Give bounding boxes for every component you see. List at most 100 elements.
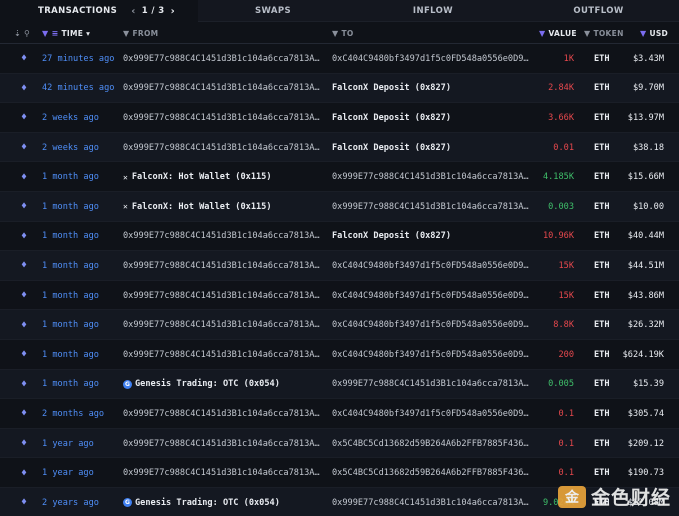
row-from[interactable]: 0x999E77c988C4C1451d3B1c104a6cca7813A… xyxy=(123,429,323,459)
row-value-text: 8.8K xyxy=(553,320,574,331)
tab-transactions[interactable]: TRANSACTIONS ‹ 1 / 3 › xyxy=(0,0,198,22)
row-time[interactable]: 2 months ago xyxy=(42,399,120,429)
row-time[interactable]: 1 year ago xyxy=(42,429,120,459)
sort-icon: ≡ xyxy=(51,28,59,38)
row-from[interactable]: 0x999E77c988C4C1451d3B1c104a6cca7813A… xyxy=(123,340,323,370)
row-value: 2.84K xyxy=(532,74,574,104)
row-to[interactable]: 0xC404C9480bf3497d1f5c0FD548a0556e0D9… xyxy=(332,44,530,74)
row-usd: $624.19K xyxy=(612,340,664,370)
row-to[interactable]: 0xC404C9480bf3497d1f5c0FD548a0556e0D9… xyxy=(332,399,530,429)
header-value[interactable]: ▼ VALUE xyxy=(539,22,577,44)
row-to[interactable]: 0x999E77c988C4C1451d3B1c104a6cca7813A… xyxy=(332,370,530,400)
table-row[interactable]: ♦ 1 month ago 0x999E77c988C4C1451d3B1c104a… xyxy=(0,222,679,252)
row-to[interactable]: FalconX Deposit (0x827) xyxy=(332,222,530,252)
row-to[interactable]: 0x5C4BC5Cd13682d59B264A6b2FFB7885F436… xyxy=(332,429,530,459)
row-from[interactable]: 0x999E77c988C4C1451d3B1c104a6cca7813A… xyxy=(123,310,323,340)
row-value: 0.003 xyxy=(532,192,574,222)
row-time-text: 2 months ago xyxy=(42,408,105,419)
row-to[interactable]: FalconX Deposit (0x827) xyxy=(332,133,530,163)
row-to-text: 0x999E77c988C4C1451d3B1c104a6cca7813A… xyxy=(332,379,529,390)
row-usd: $40.44M xyxy=(612,222,664,252)
ethereum-icon: ♦ xyxy=(20,112,28,124)
row-from[interactable]: G Genesis Trading: OTC (0x054) xyxy=(123,370,323,400)
row-time[interactable]: 2 years ago xyxy=(42,488,120,516)
row-to[interactable]: FalconX Deposit (0x827) xyxy=(332,103,530,133)
row-from[interactable]: 0x999E77c988C4C1451d3B1c104a6cca7813A… xyxy=(123,222,323,252)
row-time[interactable]: 1 month ago xyxy=(42,370,120,400)
row-from[interactable]: ✕ FalconX: Hot Wallet (0x115) xyxy=(123,162,323,192)
table-row[interactable]: ♦ 2 weeks ago 0x999E77c988C4C1451d3B1c104a… xyxy=(0,103,679,133)
row-to[interactable]: FalconX Deposit (0x827) xyxy=(332,74,530,104)
header-usd-label: USD xyxy=(649,28,669,38)
chevron-left-icon[interactable]: ‹ xyxy=(131,6,136,17)
header-from[interactable]: ▼ FROM xyxy=(123,22,158,44)
table-row[interactable]: ♦ 1 month ago ✕ FalconX: Hot Wallet (0x115)… xyxy=(0,162,679,192)
row-to[interactable]: 0xC404C9480bf3497d1f5c0FD548a0556e0D9… xyxy=(332,251,530,281)
table-row[interactable]: ♦ 1 month ago ✕ FalconX: Hot Wallet (0x115)… xyxy=(0,191,679,222)
row-to-text: 0xC404C9480bf3497d1f5c0FD548a0556e0D9… xyxy=(332,408,529,419)
ethereum-icon: ♦ xyxy=(20,142,28,154)
row-time-text: 1 year ago xyxy=(42,468,94,479)
table-row[interactable]: ♦ 1 month ago 0x999E77c988C4C1451d3B1c104a… xyxy=(0,281,679,311)
row-time[interactable]: 1 month ago xyxy=(42,222,120,252)
header-usd[interactable]: ▼ USD xyxy=(640,22,668,44)
row-time[interactable]: 27 minutes ago xyxy=(42,44,120,74)
ethereum-icon: ♦ xyxy=(20,230,28,242)
row-time[interactable]: 1 month ago xyxy=(42,192,120,222)
header-token[interactable]: ▼ TOKEN xyxy=(584,22,624,44)
header-to[interactable]: ▼ TO xyxy=(332,22,354,44)
link-icon[interactable]: ⚲ xyxy=(24,29,30,38)
row-time[interactable]: 1 month ago xyxy=(42,162,120,192)
row-time[interactable]: 2 weeks ago xyxy=(42,133,120,163)
table-row[interactable]: ♦ 42 minutes ago 0x999E77c988C4C1451d3B1c1… xyxy=(0,73,679,104)
row-time[interactable]: 1 year ago xyxy=(42,458,120,488)
row-from[interactable]: 0x999E77c988C4C1451d3B1c104a6cca7813A… xyxy=(123,458,323,488)
row-to[interactable]: 0x999E77c988C4C1451d3B1c104a6cca7813A… xyxy=(332,192,530,222)
watermark-text: 金色财经 xyxy=(590,487,671,509)
row-to[interactable]: 0x5C4BC5Cd13682d59B264A6b2FFB7885F436… xyxy=(332,458,530,488)
row-time[interactable]: 1 month ago xyxy=(42,340,120,370)
row-usd-text: $43.86M xyxy=(627,290,664,301)
table-row[interactable]: ♦ 1 year ago 0x999E77c988C4C1451d3B1c104a6… xyxy=(0,428,679,459)
row-from[interactable]: 0x999E77c988C4C1451d3B1c104a6cca7813A… xyxy=(123,251,323,281)
row-from[interactable]: 0x999E77c988C4C1451d3B1c104a6cca7813A… xyxy=(123,44,323,74)
row-to[interactable]: 0x999E77c988C4C1451d3B1c104a6cca7813A… xyxy=(332,488,530,516)
row-to[interactable]: 0xC404C9480bf3497d1f5c0FD548a0556e0D9… xyxy=(332,281,530,311)
row-time[interactable]: 1 month ago xyxy=(42,310,120,340)
row-from[interactable]: ✕ FalconX: Hot Wallet (0x115) xyxy=(123,192,323,222)
tab-outflow[interactable]: OUTFLOW xyxy=(518,0,679,22)
row-time[interactable]: 1 month ago xyxy=(42,281,120,311)
row-time-text: 1 month ago xyxy=(42,172,99,183)
tab-swaps[interactable]: SWAPS xyxy=(198,0,348,22)
row-to[interactable]: 0xC404C9480bf3497d1f5c0FD548a0556e0D9… xyxy=(332,310,530,340)
chevron-right-icon[interactable]: › xyxy=(171,6,176,17)
table-row[interactable]: ♦ 1 month ago 0x999E77c988C4C1451d3B1c104a… xyxy=(0,310,679,340)
row-to[interactable]: 0x999E77c988C4C1451d3B1c104a6cca7813A… xyxy=(332,162,530,192)
row-value-text: 0.1 xyxy=(558,468,574,479)
ethereum-icon: ♦ xyxy=(20,467,28,479)
table-row[interactable]: ♦ 2 months ago 0x999E77c988C4C1451d3B1c104… xyxy=(0,399,679,429)
row-from[interactable]: 0x999E77c988C4C1451d3B1c104a6cca7813A… xyxy=(123,281,323,311)
row-usd: $38.18 xyxy=(612,133,664,163)
row-from[interactable]: 0x999E77c988C4C1451d3B1c104a6cca7813A… xyxy=(123,399,323,429)
table-row[interactable]: ♦ 1 month ago G Genesis Trading: OTC (0x054… xyxy=(0,369,679,400)
watermark: 金 金色财经 xyxy=(557,483,671,510)
row-from-text: Genesis Trading: OTC (0x054) xyxy=(135,379,280,390)
header-time[interactable]: ▼ ≡ TIME ▾ xyxy=(42,22,90,44)
filter-icon[interactable]: ⇣ xyxy=(14,29,21,38)
table-row[interactable]: ♦ 2 weeks ago 0x999E77c988C4C1451d3B1c104a… xyxy=(0,132,679,163)
row-from[interactable]: 0x999E77c988C4C1451d3B1c104a6cca7813A… xyxy=(123,133,323,163)
row-time[interactable]: 2 weeks ago xyxy=(42,103,120,133)
row-time[interactable]: 1 month ago xyxy=(42,251,120,281)
table-row[interactable]: ♦ 1 month ago 0x999E77c988C4C1451d3B1c104a… xyxy=(0,251,679,281)
table-row[interactable]: ♦ 1 month ago 0x999E77c988C4C1451d3B1c104a… xyxy=(0,340,679,370)
tab-inflow[interactable]: INFLOW xyxy=(348,0,518,22)
row-from[interactable]: 0x999E77c988C4C1451d3B1c104a6cca7813A… xyxy=(123,74,323,104)
row-from-text: FalconX: Hot Wallet (0x115) xyxy=(131,172,272,183)
row-from[interactable]: G Genesis Trading: OTC (0x054) xyxy=(123,488,323,516)
table-row[interactable]: ♦ 27 minutes ago 0x999E77c988C4C1451d3B1c1… xyxy=(0,44,679,74)
row-from[interactable]: 0x999E77c988C4C1451d3B1c104a6cca7813A… xyxy=(123,103,323,133)
row-time[interactable]: 42 minutes ago xyxy=(42,74,120,104)
row-to[interactable]: 0xC404C9480bf3497d1f5c0FD548a0556e0D9… xyxy=(332,340,530,370)
header-from-label: FROM xyxy=(132,28,159,38)
